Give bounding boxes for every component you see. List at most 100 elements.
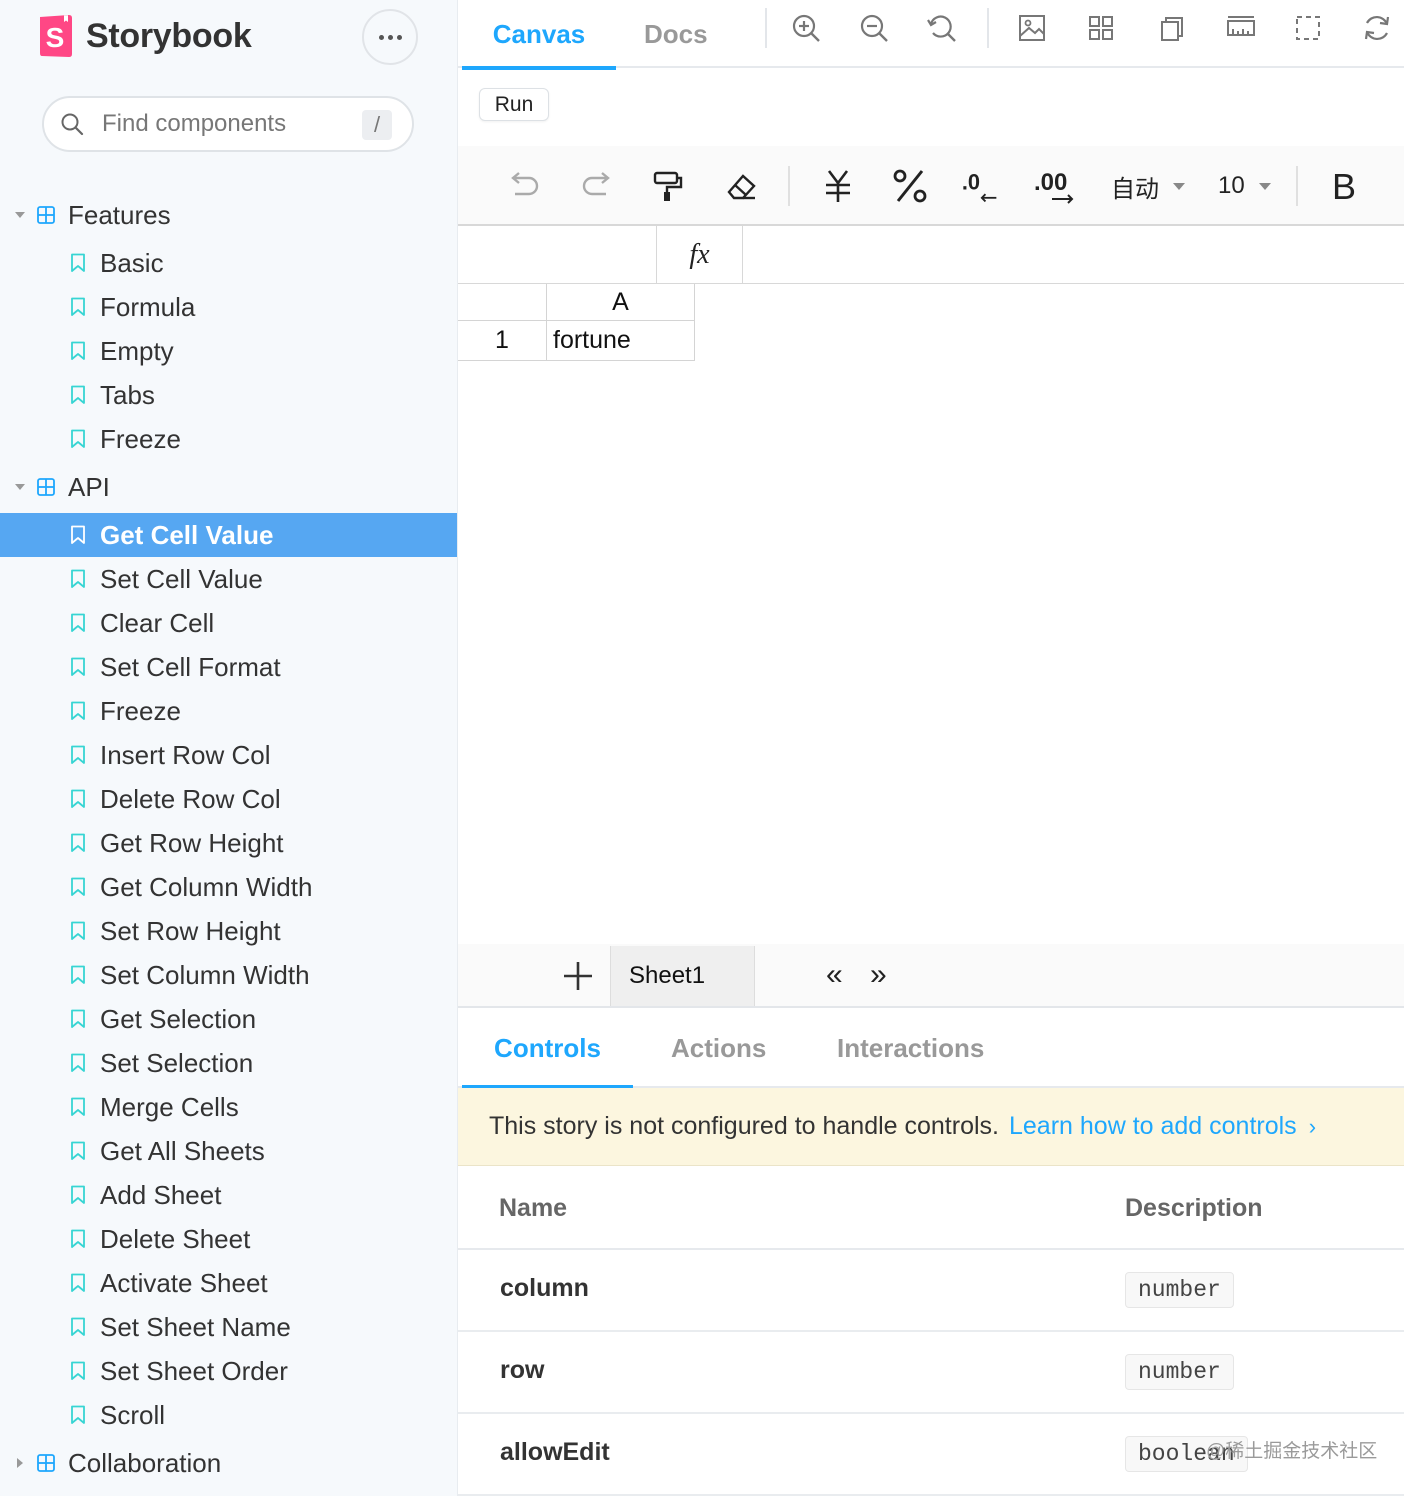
storybook-logo-icon: S bbox=[40, 15, 72, 57]
spreadsheet-grid[interactable]: A 1 fortune bbox=[458, 284, 1404, 944]
sidebar-item-scroll[interactable]: Scroll bbox=[0, 1393, 457, 1437]
bookmark-icon bbox=[71, 657, 85, 676]
measure-icon[interactable] bbox=[1225, 12, 1257, 44]
column-header-name: Name bbox=[499, 1194, 568, 1222]
arg-name: column bbox=[500, 1274, 589, 1302]
font-size-select[interactable]: 10 bbox=[1218, 168, 1271, 204]
clear-format-icon[interactable] bbox=[721, 166, 761, 206]
outline-icon[interactable] bbox=[1156, 12, 1188, 44]
search-box[interactable]: / bbox=[42, 96, 414, 152]
reset-zoom-icon[interactable] bbox=[926, 12, 958, 44]
sidebar-item-add-sheet[interactable]: Add Sheet bbox=[0, 1173, 457, 1217]
percent-icon[interactable] bbox=[890, 166, 930, 206]
sidebar-item-get-cell-value[interactable]: Get Cell Value bbox=[0, 513, 457, 557]
sidebar-item-set-cell-format[interactable]: Set Cell Format bbox=[0, 645, 457, 689]
sidebar-item-label: Basic bbox=[100, 247, 164, 278]
undo-icon[interactable] bbox=[503, 166, 543, 206]
sheet-scroll-left-button[interactable]: « bbox=[826, 958, 843, 992]
sidebar-item-set-cell-value[interactable]: Set Cell Value bbox=[0, 557, 457, 601]
bookmark-icon bbox=[71, 385, 85, 404]
add-sheet-icon[interactable] bbox=[560, 958, 596, 994]
tab-interactions[interactable]: Interactions bbox=[837, 1008, 984, 1088]
bold-button[interactable]: B bbox=[1332, 166, 1356, 208]
row-header-1[interactable]: 1 bbox=[458, 321, 547, 361]
bookmark-icon bbox=[71, 877, 85, 896]
sidebar-item-activate-sheet[interactable]: Activate Sheet bbox=[0, 1261, 457, 1305]
sidebar-item-label: Delete Sheet bbox=[100, 1223, 251, 1254]
watermark: @稀土掘金技术社区 bbox=[1206, 1441, 1378, 1462]
sidebar-item-delete-row-col[interactable]: Delete Row Col bbox=[0, 777, 457, 821]
grid-corner[interactable] bbox=[458, 284, 547, 321]
sidebar-item-set-sheet-order[interactable]: Set Sheet Order bbox=[0, 1349, 457, 1393]
search-input[interactable] bbox=[102, 110, 342, 138]
format-painter-icon[interactable] bbox=[648, 166, 688, 206]
learn-controls-link[interactable]: Learn how to add controls bbox=[1009, 1112, 1297, 1141]
sidebar-group-features[interactable]: Features bbox=[0, 193, 457, 237]
component-group-icon bbox=[37, 206, 55, 224]
sidebar-group-label: Collaboration bbox=[68, 1447, 222, 1478]
sidebar-item-get-row-height[interactable]: Get Row Height bbox=[0, 821, 457, 865]
sidebar: S Storybook / Features Basic Formula Empty T… bbox=[0, 0, 458, 1496]
sidebar-item-label: Empty bbox=[100, 335, 174, 366]
sidebar-group-api[interactable]: API bbox=[0, 465, 457, 509]
arg-name: row bbox=[500, 1356, 545, 1384]
sidebar-item-set-selection[interactable]: Set Selection bbox=[0, 1041, 457, 1085]
sidebar-item-basic[interactable]: Basic bbox=[0, 241, 457, 285]
sidebar-item-formula[interactable]: Formula bbox=[0, 285, 457, 329]
sidebar-item-get-all-sheets[interactable]: Get All Sheets bbox=[0, 1129, 457, 1173]
sidebar-item-label: Merge Cells bbox=[100, 1091, 239, 1122]
sidebar-item-insert-row-col[interactable]: Insert Row Col bbox=[0, 733, 457, 777]
sidebar-item-set-sheet-name[interactable]: Set Sheet Name bbox=[0, 1305, 457, 1349]
bookmark-icon bbox=[71, 1053, 85, 1072]
tab-actions[interactable]: Actions bbox=[671, 1008, 766, 1088]
sheet-scroll-right-button[interactable]: » bbox=[870, 958, 887, 992]
sidebar-item-delete-sheet[interactable]: Delete Sheet bbox=[0, 1217, 457, 1261]
tab-docs[interactable]: Docs bbox=[644, 0, 708, 68]
sidebar-item-tabs[interactable]: Tabs bbox=[0, 373, 457, 417]
arg-type-badge: number bbox=[1125, 1272, 1234, 1308]
sidebar-item-clear-cell[interactable]: Clear Cell bbox=[0, 601, 457, 645]
sidebar-item-label: Set Sheet Order bbox=[100, 1355, 288, 1386]
sidebar-item-empty[interactable]: Empty bbox=[0, 329, 457, 373]
formula-bar: fx bbox=[458, 226, 1404, 284]
bookmark-icon bbox=[71, 1405, 85, 1424]
dot-icon bbox=[387, 34, 393, 40]
sidebar-item-set-row-height[interactable]: Set Row Height bbox=[0, 909, 457, 953]
notice-text: This story is not configured to handle c… bbox=[489, 1112, 999, 1140]
sidebar-item-set-column-width[interactable]: Set Column Width bbox=[0, 953, 457, 997]
remount-icon[interactable] bbox=[1361, 12, 1393, 44]
bookmark-icon bbox=[71, 921, 85, 940]
background-icon[interactable] bbox=[1016, 12, 1048, 44]
sidebar-item-freeze[interactable]: Freeze bbox=[0, 689, 457, 733]
preview-toolbar: Canvas Docs bbox=[458, 0, 1404, 70]
sidebar-item-get-selection[interactable]: Get Selection bbox=[0, 997, 457, 1041]
sidebar-item-get-column-width[interactable]: Get Column Width bbox=[0, 865, 457, 909]
currency-icon[interactable] bbox=[818, 166, 858, 206]
sheet-tab-bar: Sheet1 « » bbox=[458, 944, 1404, 1008]
number-format-select[interactable]: 自动 bbox=[1111, 168, 1185, 204]
zoom-in-icon[interactable] bbox=[790, 12, 822, 44]
redo-icon[interactable] bbox=[578, 166, 618, 206]
run-button[interactable]: Run bbox=[479, 88, 549, 121]
more-options-button[interactable] bbox=[362, 9, 418, 65]
sheet-tab-sheet1[interactable]: Sheet1 bbox=[610, 946, 755, 1006]
cell-a1[interactable]: fortune bbox=[547, 321, 695, 361]
viewport-icon[interactable] bbox=[1292, 12, 1324, 44]
zoom-out-icon[interactable] bbox=[858, 12, 890, 44]
grid-icon[interactable] bbox=[1085, 12, 1117, 44]
cell-name-box[interactable] bbox=[458, 226, 657, 283]
tab-controls[interactable]: Controls bbox=[462, 1008, 633, 1090]
sidebar-group-collaboration[interactable]: Collaboration bbox=[0, 1441, 457, 1485]
args-table: Name Description column number row numbe… bbox=[458, 1166, 1404, 1496]
sidebar-item-merge-cells[interactable]: Merge Cells bbox=[0, 1085, 457, 1129]
arg-name: allowEdit bbox=[500, 1438, 610, 1466]
decrease-decimal-icon[interactable]: .0 bbox=[960, 166, 1000, 206]
sidebar-item-freeze[interactable]: Freeze bbox=[0, 417, 457, 461]
sidebar-item-label: Delete Row Col bbox=[100, 783, 281, 814]
caret-right-icon bbox=[17, 1458, 23, 1468]
column-header-a[interactable]: A bbox=[547, 284, 695, 321]
sidebar-item-label: Freeze bbox=[100, 423, 181, 454]
increase-decimal-icon[interactable]: .00 bbox=[1032, 166, 1078, 206]
storybook-brand[interactable]: S Storybook bbox=[38, 14, 252, 58]
tab-canvas[interactable]: Canvas bbox=[462, 0, 616, 70]
